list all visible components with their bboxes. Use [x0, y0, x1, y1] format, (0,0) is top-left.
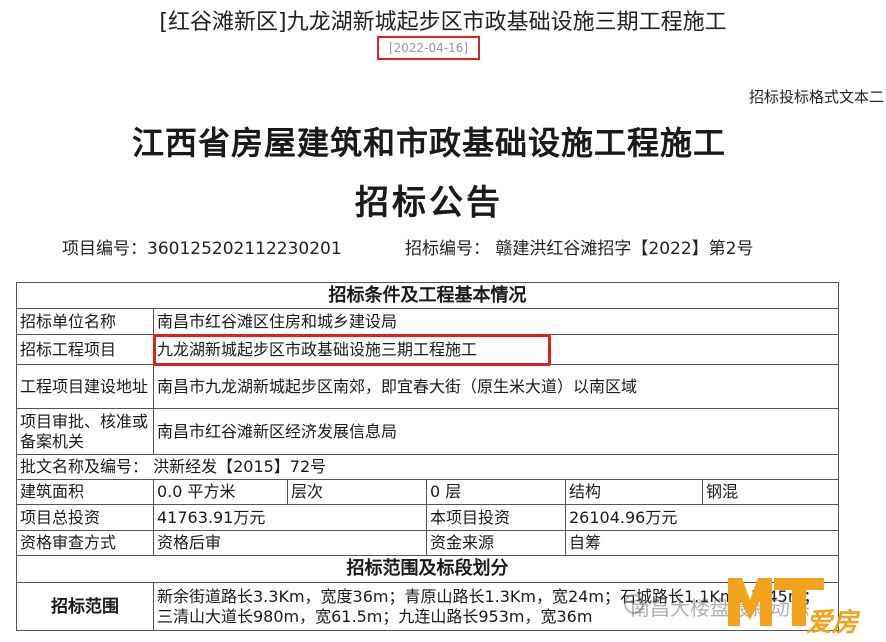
this-investment-value: 26104.96万元: [564, 504, 840, 531]
site-value: 南昌市九龙湖新城起步区南郊，即宜春大街（原生米大道）以南区域: [152, 364, 840, 409]
building-area-value: 0.0 平方米: [153, 479, 288, 505]
notice-heading-line1: 江西省房屋建筑和市政基础设施工程施工: [131, 124, 726, 162]
total-investment-label: 项目总投资: [16, 504, 154, 531]
structure-value: 钢混: [701, 479, 840, 505]
project-highlight-box: [153, 334, 551, 366]
page-title: [红谷滩新区]九龙湖新城起步区市政基础设施三期工程施工: [159, 10, 727, 35]
document-type-label: 招标投标格式文本二: [748, 88, 884, 106]
project-label: 招标工程项目: [16, 334, 154, 365]
bid-number: 招标编号： 赣建洪红谷滩招字【2022】第2号: [405, 239, 754, 259]
fund-source-value: 自筹: [564, 530, 840, 556]
floors-label: 层次: [287, 479, 427, 505]
approval-authority-value: 南昌市红谷滩新区经济发展信息局: [152, 408, 840, 455]
qualification-review-value: 资格后审: [153, 530, 427, 556]
section-header-conditions: 招标条件及工程基本情况: [15, 282, 840, 309]
floors-value: 0 层: [426, 479, 566, 505]
building-area-label: 建筑面积: [16, 479, 154, 505]
logo-text: 爱房: [806, 608, 859, 638]
notice-heading-line2: 招标公告: [355, 183, 503, 223]
structure-label: 结构: [565, 479, 703, 505]
publish-date: [2022-04-16]: [377, 36, 480, 60]
approval-authority-label: 项目审批、核准或备案机关: [16, 408, 154, 455]
project-number: 项目编号：360125202112230201: [62, 239, 342, 259]
scope-label: 招标范围: [16, 582, 154, 631]
site-label: 工程项目建设地址: [16, 364, 154, 409]
tenderer-label: 招标单位名称: [16, 308, 154, 335]
total-investment-value: 41763.91万元: [153, 504, 427, 531]
approval-document: 批文名称及编号： 洪新经发【2015】72号: [15, 454, 840, 480]
fund-source-label: 资金来源: [426, 530, 566, 556]
qualification-review-label: 资格审查方式: [16, 530, 154, 556]
this-investment-label: 本项目投资: [426, 504, 566, 531]
section-header-scope: 招标范围及标段划分: [15, 555, 840, 583]
tenderer-value: 南昌市红谷滩区住房和城乡建设局: [152, 308, 840, 335]
